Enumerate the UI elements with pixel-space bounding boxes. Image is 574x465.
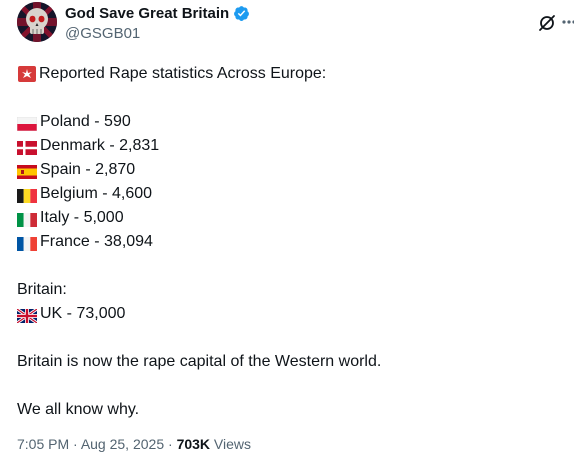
meta-separator: · (69, 436, 81, 452)
flag-spain-icon (17, 163, 37, 179)
tweet-date[interactable]: Aug 25, 2025 (81, 436, 164, 452)
country-row-italy: Italy - 5,000 (17, 206, 567, 230)
siren-icon (17, 65, 37, 83)
author-name-row: God Save Great Britain (65, 5, 250, 22)
grok-icon[interactable] (537, 13, 557, 33)
more-options-icon[interactable] (561, 12, 574, 32)
country-label: Poland - 590 (40, 113, 131, 130)
country-row-spain: Spain - 2,870 (17, 158, 567, 182)
tweet-heading: Reported Rape statistics Across Europe: (39, 65, 327, 82)
meta-separator: · (164, 436, 177, 452)
britain-heading: Britain: (17, 281, 67, 298)
country-row-belgium: Belgium - 4,600 (17, 182, 567, 206)
author-handle[interactable]: @GSGB01 (65, 25, 140, 42)
tweet-line-capital: Britain is now the rape capital of the W… (17, 353, 382, 370)
views-label: Views (210, 436, 252, 452)
flag-uk-icon (16, 307, 38, 325)
verified-badge-icon[interactable] (233, 5, 250, 22)
tweet-meta: 7:05 PM · Aug 25, 2025 · 703K Views (17, 436, 251, 452)
country-label: France - 38,094 (40, 233, 153, 250)
country-label: Belgium - 4,600 (40, 185, 153, 202)
skull-avatar-icon (17, 2, 57, 42)
views-count[interactable]: 703K (177, 436, 210, 452)
flag-france-icon (17, 235, 37, 251)
country-row-denmark: Denmark - 2,831 (17, 134, 567, 158)
tweet-line-why: We all know why. (17, 401, 140, 418)
flag-poland-icon (16, 115, 38, 132)
flag-belgium-icon (17, 187, 37, 203)
country-row-poland: Poland - 590 (16, 110, 567, 134)
flag-italy-icon (17, 211, 37, 227)
country-label: Denmark - 2,831 (40, 137, 160, 154)
display-name[interactable]: God Save Great Britain (65, 5, 229, 22)
country-label: Italy - 5,000 (40, 209, 124, 226)
country-label: Spain - 2,870 (40, 161, 136, 178)
flag-denmark-icon (17, 139, 37, 155)
tweet-time[interactable]: 7:05 PM (17, 436, 69, 452)
tweet-text: Reported Rape statistics Across Europe: … (16, 62, 567, 422)
tweet-heading-line: Reported Rape statistics Across Europe: (17, 62, 567, 86)
avatar[interactable] (17, 2, 57, 42)
country-label: UK - 73,000 (40, 305, 126, 322)
country-row-uk: UK - 73,000 (16, 302, 567, 326)
country-row-france: France - 38,094 (17, 230, 567, 254)
